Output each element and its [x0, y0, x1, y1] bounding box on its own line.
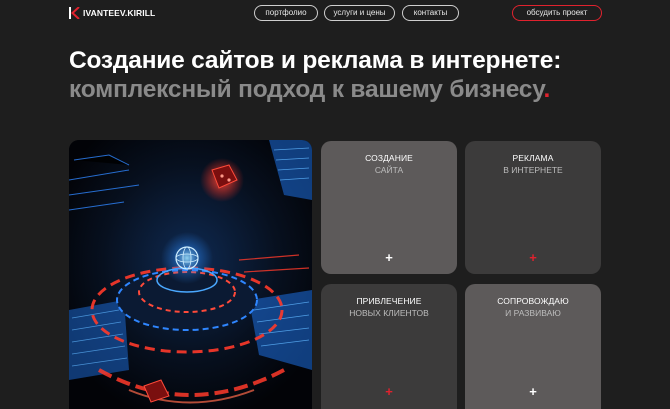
- service-card-subtitle: НОВЫХ КЛИЕНТОВ: [349, 308, 429, 318]
- service-card-subtitle: И РАЗВИВАЮ: [505, 308, 561, 318]
- service-card-title: РЕКЛАМА: [512, 153, 554, 163]
- service-card-subtitle: САЙТА: [374, 165, 404, 175]
- plus-icon[interactable]: +: [465, 385, 601, 398]
- title-accent-dot: .: [543, 76, 551, 103]
- nav-contacts-link[interactable]: контакты: [402, 5, 459, 21]
- service-card-title: СОПРОВОЖДАЮ: [497, 296, 569, 306]
- nav-services-link[interactable]: услуги и цены: [324, 5, 395, 21]
- title-line-1: Создание сайтов и реклама в интернете:: [69, 47, 562, 74]
- top-navigation: IVANTEEV.KIRILL портфолио услуги и цены …: [0, 0, 670, 26]
- logo-mark-icon: [69, 7, 80, 19]
- nav-portfolio-link[interactable]: портфолио: [254, 5, 318, 21]
- title-line-2: комплексный подход к вашему бизнесу.: [69, 75, 629, 104]
- service-card-advertising[interactable]: РЕКЛАМА В ИНТЕРНЕТЕ +: [465, 141, 601, 274]
- service-card-clients[interactable]: ПРИВЛЕЧЕНИЕ НОВЫХ КЛИЕНТОВ +: [321, 284, 457, 409]
- service-card-title: ПРИВЛЕЧЕНИЕ: [356, 296, 422, 306]
- service-card-support[interactable]: СОПРОВОЖДАЮ И РАЗВИВАЮ +: [465, 284, 601, 409]
- hero-illustration: [69, 140, 312, 409]
- discuss-project-button[interactable]: обсудить проект: [512, 5, 602, 21]
- service-card-website[interactable]: СОЗДАНИЕ САЙТА +: [321, 141, 457, 274]
- plus-icon[interactable]: +: [465, 251, 601, 264]
- plus-icon[interactable]: +: [321, 385, 457, 398]
- service-card-title: СОЗДАНИЕ: [365, 153, 413, 163]
- service-card-subtitle: В ИНТЕРНЕТЕ: [503, 165, 563, 175]
- plus-icon[interactable]: +: [321, 251, 457, 264]
- page-title: Создание сайтов и реклама в интернете: к…: [69, 46, 629, 104]
- title-line-2-text: комплексный подход к вашему бизнесу: [69, 76, 544, 103]
- logo[interactable]: IVANTEEV.KIRILL: [69, 6, 155, 20]
- logo-text: IVANTEEV.KIRILL: [83, 8, 156, 18]
